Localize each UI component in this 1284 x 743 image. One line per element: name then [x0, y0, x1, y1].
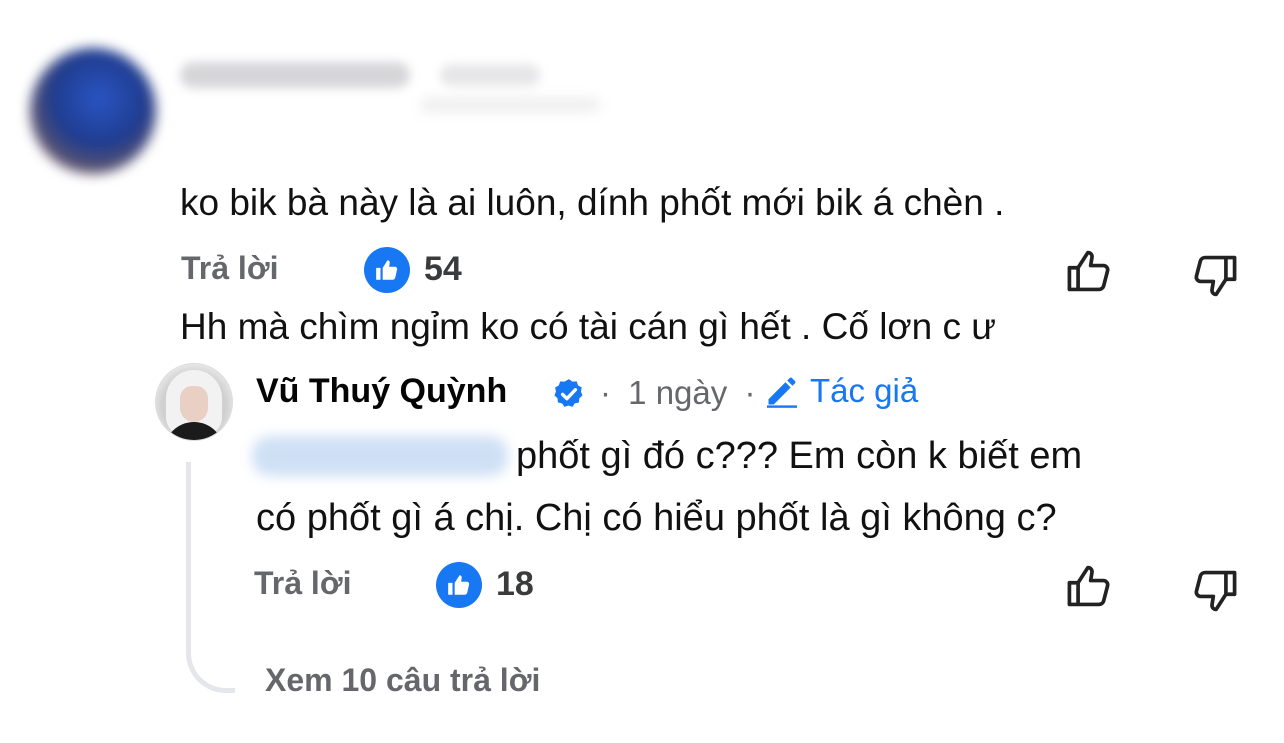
commenter-name-blurred[interactable] [180, 62, 410, 88]
comment-text-line: Hh mà chìm ngỉm ko có tài cán gì hết . C… [180, 306, 997, 347]
thumbs-up-icon [448, 575, 470, 595]
comment-text-line: ko bik bà này là ai luôn, dính phốt mới … [180, 182, 1005, 223]
thumbs-up-icon[interactable] [1064, 560, 1116, 612]
reply-author-name[interactable]: Vũ Thuý Quỳnh [256, 372, 507, 411]
meta-separator: · [744, 374, 756, 411]
comment-time-blurred [440, 64, 540, 86]
thumbs-down-icon[interactable] [1188, 565, 1240, 617]
meta-separator: · [600, 374, 611, 411]
verified-badge-icon [554, 379, 583, 407]
like-count: 18 [496, 565, 534, 603]
thumbs-up-icon [376, 260, 398, 280]
thumbs-up-icon[interactable] [1064, 245, 1116, 297]
like-reaction-icon[interactable] [436, 562, 482, 608]
reply-button[interactable]: Trả lời [254, 565, 351, 602]
view-more-replies-link[interactable]: Xem 10 câu trả lời [265, 662, 540, 699]
author-avatar[interactable] [155, 363, 233, 441]
author-badge: Tác giả [764, 372, 918, 410]
reply-button[interactable]: Trả lời [181, 250, 278, 287]
reply-thread-line [186, 462, 235, 693]
author-badge-label: Tác giả [810, 372, 919, 409]
reply-time[interactable]: 1 ngày [628, 374, 727, 411]
commenter-avatar-blurred[interactable] [30, 48, 156, 174]
reply-text-line: phốt gì đó c??? Em còn k biết em [516, 435, 1083, 477]
thumbs-down-icon[interactable] [1188, 250, 1240, 302]
pencil-icon [767, 377, 797, 408]
like-reaction-icon[interactable] [364, 247, 410, 293]
like-count: 54 [424, 250, 462, 288]
reply-meta: · 1 ngày · [600, 374, 755, 412]
reply-text-line: có phốt gì á chị. Chị có hiểu phốt là gì… [256, 497, 1057, 539]
reply-text: phốt gì đó c??? Em còn k biết em có phốt… [256, 425, 1236, 549]
